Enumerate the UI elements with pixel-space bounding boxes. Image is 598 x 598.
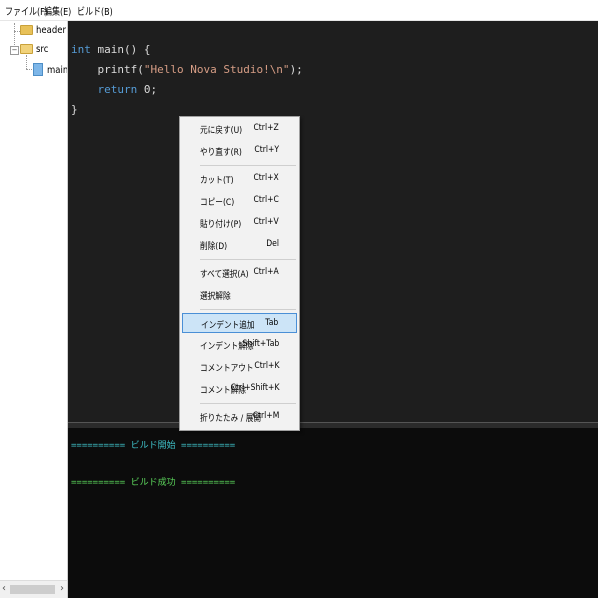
menu-edit[interactable]: 編集(E) xyxy=(44,3,71,18)
folder-icon xyxy=(20,25,33,35)
menu-item-label: インデント追加 xyxy=(201,321,255,331)
menu-item-shortcut: Del xyxy=(266,239,279,249)
menu-item-shortcut: Ctrl+V xyxy=(253,217,279,227)
menu-item-label: コピー(C) xyxy=(200,198,235,208)
menu-item-shortcut: Ctrl+Z xyxy=(253,123,279,133)
menu-item-label: 元に戻す(U) xyxy=(200,126,243,136)
code-line[interactable]: printf("Hello Nova Studio!\n"); xyxy=(71,60,303,80)
menu-item-shortcut: Ctrl+A xyxy=(253,267,279,277)
code-token: 0; xyxy=(137,83,158,96)
build-start-line: ========== ビルド開始 ========== xyxy=(71,441,236,451)
code-editor[interactable]: int main() { printf("Hello Nova Studio!\… xyxy=(68,21,598,422)
code-line[interactable]: return 0; xyxy=(71,80,303,100)
context-menu-item[interactable]: 元に戻す(U) Ctrl+Z xyxy=(182,119,297,139)
tree-connector xyxy=(26,69,32,70)
menu-item-shortcut: Ctrl+M xyxy=(252,411,279,421)
collapse-toggle-icon[interactable]: − xyxy=(10,46,19,55)
menu-separator xyxy=(200,309,296,310)
code-token: } xyxy=(71,103,78,116)
tree-connector xyxy=(26,55,27,69)
build-success-line: ========== ビルド成功 ========== xyxy=(71,478,236,488)
tree-horizontal-scrollbar[interactable]: ‹ › xyxy=(0,580,67,598)
code-token: printf( xyxy=(71,63,144,76)
menu-item-label: 選択解除 xyxy=(200,292,231,302)
menu-item-shortcut: Ctrl+C xyxy=(253,195,279,205)
context-menu-item[interactable]: 削除(D) Del xyxy=(182,235,297,255)
code-token: main() { xyxy=(90,43,151,56)
menu-item-label: やり直す(R) xyxy=(200,148,242,158)
context-menu-item[interactable]: コピー(C) Ctrl+C xyxy=(182,191,297,211)
folder-open-icon xyxy=(20,44,33,54)
menu-separator xyxy=(200,165,296,166)
context-menu-item[interactable]: コメント解除 Ctrl+Shift+K xyxy=(182,379,297,399)
code-token: ); xyxy=(289,63,303,76)
menu-item-shortcut: Ctrl+K xyxy=(253,361,279,371)
file-icon xyxy=(33,63,43,76)
menu-item-label: カット(T) xyxy=(200,176,234,186)
tree-item-src[interactable]: src xyxy=(20,44,51,55)
code-keyword: return xyxy=(97,83,138,96)
context-menu-item[interactable]: 貼り付け(P) Ctrl+V xyxy=(182,213,297,233)
menu-item-shortcut: Shift+Tab xyxy=(242,339,279,349)
menu-separator xyxy=(200,259,296,260)
menu-item-shortcut: Tab xyxy=(265,318,278,328)
context-menu-item[interactable]: カット(T) Ctrl+X xyxy=(182,169,297,189)
code-line[interactable]: int main() { xyxy=(71,40,303,60)
menu-build[interactable]: ビルド(B) xyxy=(77,3,113,18)
scroll-thumb[interactable] xyxy=(10,585,55,594)
code-keyword: int xyxy=(71,43,91,56)
scroll-right-icon[interactable]: › xyxy=(60,583,64,594)
context-menu-item[interactable]: 折りたたみ / 展開 Ctrl+M xyxy=(182,407,297,427)
context-menu-item[interactable]: すべて選択(A) Ctrl+A xyxy=(182,263,297,283)
menu-item-shortcut: Ctrl+X xyxy=(253,173,279,183)
menu-item-label: コメントアウト xyxy=(200,364,254,374)
scroll-left-icon[interactable]: ‹ xyxy=(2,583,6,594)
menu-file[interactable]: ファイル(F) xyxy=(5,3,48,18)
menu-item-label: すべて選択(A) xyxy=(200,270,249,280)
menu-item-label: 削除(D) xyxy=(200,242,228,252)
tree-item-main-c[interactable]: main.c xyxy=(33,63,68,76)
menu-item-shortcut: Ctrl+Y xyxy=(254,145,279,155)
context-menu-item[interactable]: インデント解除 Shift+Tab xyxy=(182,335,297,355)
menu-item-shortcut: Ctrl+Shift+K xyxy=(230,383,279,393)
menu-separator xyxy=(200,403,296,404)
context-menu-item[interactable]: インデント追加 Tab xyxy=(182,313,297,333)
code-text[interactable]: int main() { printf("Hello Nova Studio!\… xyxy=(71,40,303,120)
menu-bar: ファイル(F) 編集(E) ビルド(B) xyxy=(0,0,598,21)
context-menu-item[interactable]: コメントアウト Ctrl+K xyxy=(182,357,297,377)
tree-item-header[interactable]: header xyxy=(20,25,67,36)
tree-item-label: header xyxy=(36,25,66,36)
build-output-panel: ========== ビルド開始 ========== ========== ビ… xyxy=(68,428,598,598)
context-menu: 元に戻す(U) Ctrl+Z やり直す(R) Ctrl+Y カット(T) Ctrl+X コピ… xyxy=(179,116,300,431)
code-string: "Hello Nova Studio!\n" xyxy=(143,63,290,76)
tree-item-label: src xyxy=(36,44,49,55)
tree-item-label: main.c xyxy=(47,64,68,76)
context-menu-item[interactable]: 選択解除 xyxy=(182,285,297,305)
project-tree: header − src main.c ‹ › xyxy=(0,21,68,598)
menu-item-label: 貼り付け(P) xyxy=(200,220,242,230)
context-menu-item[interactable]: やり直す(R) Ctrl+Y xyxy=(182,141,297,161)
